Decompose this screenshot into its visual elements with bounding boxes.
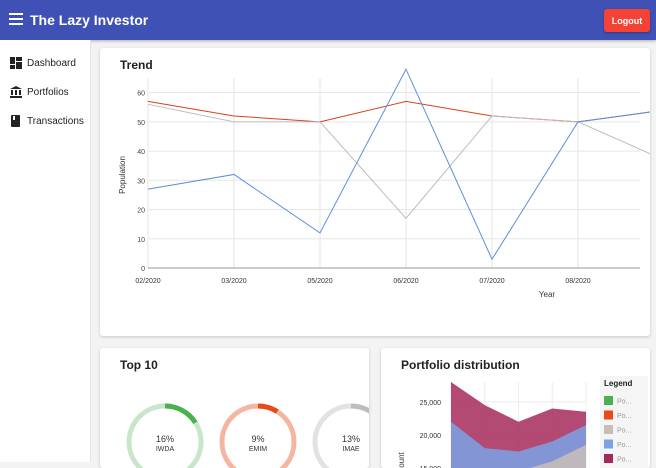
sidebar-item-label: Portfolios	[27, 86, 69, 98]
donut-arc	[350, 403, 369, 414]
donut-arc	[164, 403, 198, 425]
legend-label: Po...	[617, 457, 631, 464]
top10-donuts: 16% IWDA 9% EMIM 13% IMAE	[126, 403, 369, 468]
distribution-chart: 25,00020,00015,000ountLegendPo...Po...Po…	[397, 376, 648, 468]
x-tick-label: 08/2020	[565, 278, 590, 285]
sidebar-item-label: Dashboard	[27, 57, 76, 69]
y-tick-label: 40	[137, 149, 145, 156]
y-axis-label: Population	[118, 156, 127, 194]
sidebar-item-portfolios[interactable]: Portfolios	[10, 82, 69, 102]
distribution-card: Portfolio distribution 25,00020,00015,00…	[381, 348, 650, 468]
series-line-1	[147, 100, 650, 123]
legend-swatch	[604, 439, 613, 449]
app-title: The Lazy Investor	[30, 12, 149, 28]
trend-chart: 0 10 20 30 40 50 60 02/2020 03/2020 05/2020 06/202…	[118, 68, 650, 299]
bank-icon	[10, 86, 22, 98]
sidebar: Dashboard Portfolios Transactions	[0, 40, 91, 462]
dashboard-icon	[10, 57, 22, 69]
trend-card: Trend 0 10 20 30 40 50 60 02/2020 03/2020 05/2020…	[100, 48, 650, 336]
y-tick-label: 60	[137, 91, 145, 98]
y-tick-label: 0	[141, 266, 145, 273]
top10-card: Top 10 16% IWDA 9% EMIM 13% IMAE	[100, 348, 369, 468]
y-axis-label: ount	[397, 451, 406, 467]
logout-button[interactable]: Logout	[604, 9, 650, 32]
donut-percent: 16%	[156, 434, 174, 444]
y-tick-label: 10	[137, 237, 145, 244]
sidebar-item-dashboard[interactable]: Dashboard	[10, 53, 76, 73]
legend-label: Po...	[617, 428, 631, 435]
x-tick-label: 07/2020	[479, 278, 504, 285]
donut-arc	[257, 403, 279, 414]
sidebar-item-transactions[interactable]: Transactions	[10, 111, 84, 131]
donut-label: IWDA	[156, 446, 175, 453]
series-line-3	[147, 68, 650, 261]
y-tick-label: 30	[137, 178, 145, 185]
y-tick-label: 20,000	[420, 433, 442, 440]
legend-title: Legend	[604, 379, 633, 388]
x-tick-label: 03/2020	[221, 278, 246, 285]
legend-label: Po...	[617, 442, 631, 449]
y-tick-label: 50	[137, 120, 145, 127]
legend-label: Po...	[617, 399, 631, 406]
legend-swatch	[604, 425, 613, 434]
sidebar-item-label: Transactions	[27, 115, 84, 127]
legend-swatch	[604, 410, 613, 420]
legend-swatch	[604, 396, 613, 405]
menu-icon[interactable]	[9, 13, 23, 25]
app-bar: The Lazy Investor Logout	[0, 0, 656, 40]
y-tick-label: 20	[137, 208, 145, 215]
donut-label: IMAE	[342, 446, 359, 453]
donut-label: EMIM	[249, 446, 267, 453]
x-tick-label: 05/2020	[307, 278, 332, 285]
x-tick-label: 06/2020	[393, 278, 418, 285]
legend-label: Po...	[617, 413, 631, 420]
book-icon	[11, 115, 20, 127]
y-tick-label: 25,000	[420, 400, 442, 407]
x-tick-label: 02/2020	[135, 278, 160, 285]
x-axis-label: Year	[539, 290, 556, 299]
donut-percent: 9%	[251, 434, 264, 444]
donut-percent: 13%	[342, 434, 360, 444]
